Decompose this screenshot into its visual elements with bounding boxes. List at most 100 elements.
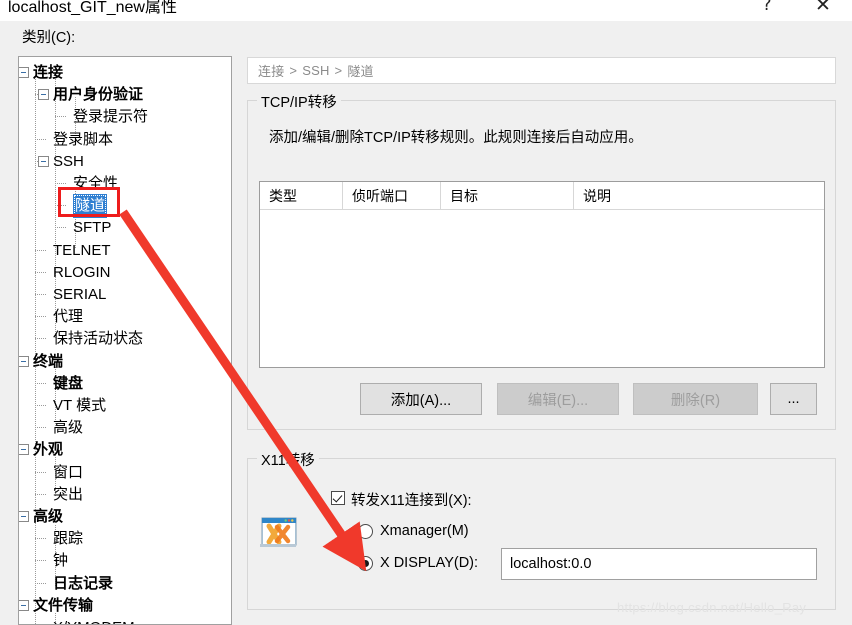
tree-expander-icon[interactable] <box>38 89 49 101</box>
table-column-header[interactable]: 目标 <box>441 182 574 209</box>
tree-item-1[interactable]: 用户身份验证 <box>53 83 143 107</box>
help-button[interactable]: ? <box>744 0 790 20</box>
tree-connector-line <box>35 471 46 473</box>
tree-item-25[interactable]: X/YMODEM <box>53 616 135 624</box>
tree-connector-line <box>35 582 46 584</box>
tree-item-21[interactable]: 跟踪 <box>53 527 83 551</box>
table-header-row: 类型 侦听端口 目标 说明 <box>260 182 824 210</box>
breadcrumb: 连接 > SSH > 隧道 <box>247 57 836 84</box>
tree-item-label: SSH <box>53 152 84 170</box>
tree-item-label: 键盘 <box>53 374 84 392</box>
tree-item-label: 代理 <box>53 308 84 326</box>
tree-connector-line <box>35 338 46 340</box>
x11-forwarding-group: X11转移 <box>247 449 836 610</box>
title-bar: localhost_GIT_new属性 ? ✕ <box>0 0 852 21</box>
tcpip-button-0[interactable]: 添加(A)... <box>360 383 482 415</box>
category-tree[interactable]: 连接用户身份验证登录提示符登录脚本 SSH 安全性隧道 SFTP TELNET RLOGI… <box>18 56 232 625</box>
radio-x-display[interactable] <box>358 556 373 571</box>
tree-item-22[interactable]: 钟 <box>53 549 68 573</box>
tree-item-7[interactable]: SFTP <box>73 216 111 240</box>
table-column-header[interactable]: 说明 <box>574 182 824 209</box>
tree-connector-line <box>35 249 46 251</box>
tree-connector-line <box>55 227 66 229</box>
tcpip-button-1: 编辑(E)... <box>497 383 619 415</box>
tree-item-2[interactable]: 登录提示符 <box>73 105 148 129</box>
tree-item-label: TELNET <box>53 241 111 259</box>
tcpip-rules-table[interactable]: 类型 侦听端口 目标 说明 <box>259 181 825 368</box>
tree-item-label: 用户身份验证 <box>53 86 144 104</box>
tcpip-button-2: 删除(R) <box>633 383 758 415</box>
close-icon[interactable]: ✕ <box>800 0 846 20</box>
tree-item-label: VT 模式 <box>53 397 107 414</box>
tree-item-label: 高级 <box>53 419 84 437</box>
tree-expander-icon[interactable] <box>19 67 29 78</box>
xmanager-icon <box>260 514 300 551</box>
tree-item-18[interactable]: 窗口 <box>53 461 83 485</box>
properties-dialog: localhost_GIT_new属性 ? ✕ 类别(C): 连接 用户身份验证登… <box>0 0 852 625</box>
tree-item-label: RLOGIN <box>53 263 111 281</box>
tree-expander-icon[interactable] <box>38 155 49 167</box>
tree-item-5[interactable]: 安全性 <box>73 172 118 196</box>
tree-item-13[interactable]: 终端 <box>33 350 63 374</box>
window-title: localhost_GIT_new属性 <box>8 0 177 16</box>
breadcrumb-part-2: 隧道 <box>347 64 374 79</box>
tree-connector-line <box>55 116 66 118</box>
tree-item-4[interactable]: SSH <box>53 150 84 174</box>
tree-connector-line <box>35 427 46 429</box>
tree-item-label: SERIAL <box>53 286 107 303</box>
tree-item-23[interactable]: 日志记录 <box>53 572 113 596</box>
tree-item-14[interactable]: 键盘 <box>53 372 83 396</box>
tree-item-label: 隧道 <box>73 194 108 219</box>
radio-xmanager[interactable] <box>358 524 373 539</box>
tree-item-label: 登录脚本 <box>53 130 114 148</box>
tree-connector-line <box>35 138 46 140</box>
tree-item-6[interactable]: 隧道 <box>73 194 108 219</box>
tree-item-20[interactable]: 高级 <box>33 505 63 529</box>
tree-item-9[interactable]: RLOGIN <box>53 261 111 285</box>
table-column-header[interactable]: 类型 <box>260 182 343 209</box>
tree-connector-line <box>55 183 66 184</box>
tree-connector-line <box>35 271 46 273</box>
tcpip-button-3[interactable]: ... <box>770 383 817 415</box>
tree-item-label: 终端 <box>33 352 64 370</box>
tree-item-19[interactable]: 突出 <box>53 483 83 507</box>
tree-item-label: 日志记录 <box>53 574 114 592</box>
tree-item-label: 高级 <box>33 508 64 525</box>
tree-item-15[interactable]: VT 模式 <box>53 394 106 418</box>
tree-item-label: 连接 <box>33 64 64 81</box>
tree-item-24[interactable]: 文件传输 <box>33 594 93 618</box>
tree-item-label: 安全性 <box>73 175 119 192</box>
tree-connector-line <box>35 560 46 562</box>
table-body[interactable] <box>260 210 824 367</box>
tree-item-label: 外观 <box>33 441 64 459</box>
forward-x11-checkbox[interactable] <box>331 491 345 505</box>
tree-item-3[interactable]: 登录脚本 <box>53 128 113 152</box>
tree-expander-icon[interactable] <box>19 599 29 611</box>
tree-item-label: SFTP <box>73 219 112 237</box>
tree-item-label: 钟 <box>53 552 69 570</box>
forward-x11-label[interactable]: 转发X11连接到(X): <box>351 489 472 510</box>
tcpip-description: 添加/编辑/删除TCP/IP转移规则。此规则连接后自动应用。 <box>269 130 643 146</box>
tree-item-17[interactable]: 外观 <box>33 438 63 462</box>
tree-item-10[interactable]: SERIAL <box>53 283 106 307</box>
watermark: https://blog.csdn.net/Hello_Ray <box>617 600 807 615</box>
tree-connector-line <box>35 316 46 318</box>
tree-connector-line <box>35 405 46 406</box>
tree-item-label: 保持活动状态 <box>53 330 144 348</box>
tree-expander-icon[interactable] <box>19 511 29 522</box>
tree-item-12[interactable]: 保持活动状态 <box>53 327 143 351</box>
tree-expander-icon[interactable] <box>19 444 29 456</box>
table-column-header[interactable]: 侦听端口 <box>343 182 441 209</box>
tree-item-label: 登录提示符 <box>73 108 149 126</box>
breadcrumb-part-1: SSH <box>302 63 330 78</box>
radio-x-display-label[interactable]: X DISPLAY(D): <box>380 555 478 571</box>
tree-item-8[interactable]: TELNET <box>53 239 111 263</box>
tree-item-16[interactable]: 高级 <box>53 416 83 440</box>
x-display-input[interactable]: localhost:0.0 <box>501 548 817 580</box>
tcpip-group-title: TCP/IP转移 <box>257 91 341 112</box>
tree-item-0[interactable]: 连接 <box>33 61 63 85</box>
tree-item-11[interactable]: 代理 <box>53 305 83 329</box>
tree-expander-icon[interactable] <box>19 355 29 367</box>
tree-item-label: 窗口 <box>53 463 84 481</box>
radio-xmanager-label[interactable]: Xmanager(M) <box>380 523 469 539</box>
